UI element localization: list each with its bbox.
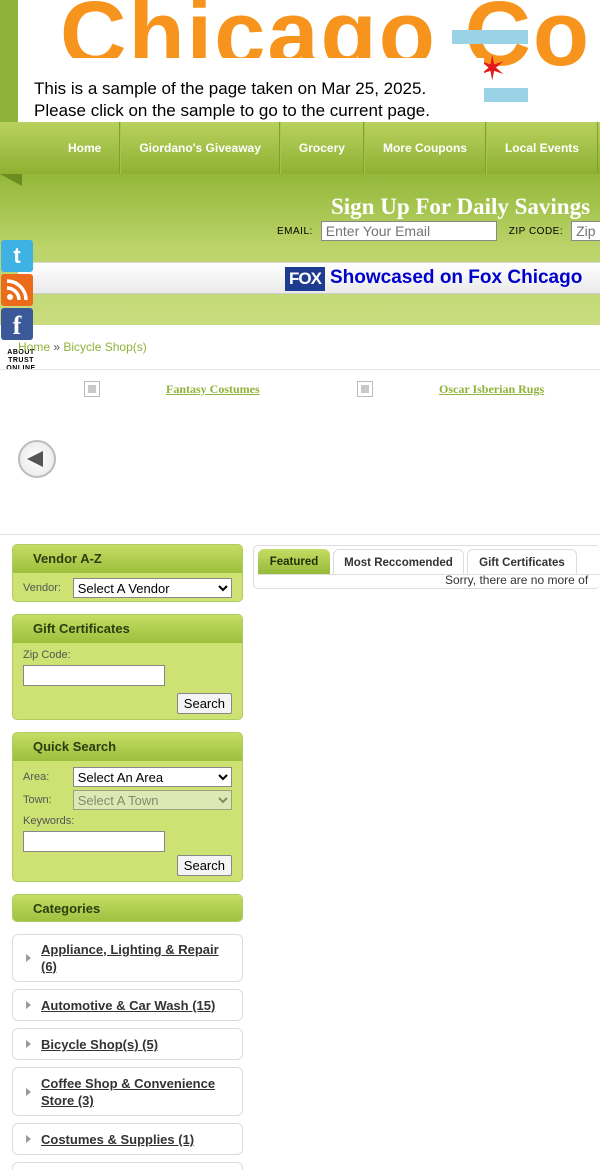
chevron-right-icon (26, 1135, 31, 1143)
area-label: Area: (23, 771, 50, 783)
signup-title: Sign Up For Daily Savings (331, 194, 591, 219)
tab-most-recommended[interactable]: Most Reccomended (333, 549, 464, 575)
email-label: EMAIL: (277, 225, 313, 237)
vendor-az-title: Vendor A-Z (13, 545, 242, 573)
area-select[interactable]: Select An Area (72, 767, 232, 787)
gift-certificates-title: Gift Certificates (13, 615, 242, 643)
breadcrumb-current[interactable]: Bicycle Shop(s) (63, 340, 146, 354)
facebook-icon[interactable]: f (1, 308, 33, 340)
divider (0, 369, 600, 370)
categories-widget: Categories (12, 894, 243, 922)
empty-results-message: Sorry, there are no more of (445, 573, 589, 587)
trust-line2: TRUST (8, 357, 34, 364)
sample-notice-line2: Please click on the sample to go to the … (34, 101, 430, 120)
nav-item-more-coupons[interactable]: More Coupons (363, 122, 486, 174)
category-label: Coffee Shop & Convenience Store (3) (41, 1076, 216, 1108)
twitter-icon[interactable]: t (1, 240, 33, 272)
nav-fold-decoration (0, 174, 22, 186)
rss-icon[interactable] (1, 274, 33, 306)
vendor-label: Vendor: (23, 582, 61, 594)
email-field[interactable] (320, 221, 497, 241)
vendor-az-widget: Vendor A-Z Vendor: Select A Vendor (12, 544, 243, 602)
sample-notice[interactable]: This is a sample of the page taken on Ma… (29, 58, 484, 122)
town-select[interactable]: Select A Town (72, 790, 232, 810)
category-item[interactable] (12, 1162, 243, 1170)
main-nav: Home Giordano's Giveaway Grocery More Co… (0, 122, 600, 174)
ad-link-oscar-isberian-rugs[interactable]: Oscar Isberian Rugs (439, 382, 544, 397)
ad-item: Fantasy Costumes (84, 381, 260, 397)
signup-form: EMAIL: ZIP CODE: (277, 221, 600, 241)
broken-image-icon[interactable] (357, 381, 373, 397)
gift-certificates-widget: Gift Certificates Zip Code: Search (12, 614, 243, 720)
town-label: Town: (23, 794, 52, 806)
carousel-back-button[interactable] (18, 440, 56, 478)
sample-notice-line1: This is a sample of the page taken on Ma… (34, 79, 427, 98)
fox-showcase-text: Showcased on Fox Chicago (330, 267, 583, 288)
category-label: Bicycle Shop(s) (5) (41, 1037, 159, 1052)
fox-logo: FOX (285, 267, 325, 291)
breadcrumb-home[interactable]: Home (18, 340, 50, 354)
nav-item-giordanos-giveaway[interactable]: Giordano's Giveaway (120, 122, 280, 174)
chevron-right-icon (26, 1087, 31, 1096)
categories-title: Categories (13, 895, 242, 921)
quick-search-widget: Quick Search Area: Select An Area Town: … (12, 732, 243, 882)
broken-image-icon[interactable] (84, 381, 100, 397)
chevron-right-icon (26, 954, 31, 962)
ad-link-fantasy-costumes[interactable]: Fantasy Costumes (166, 382, 260, 397)
fox-banner[interactable]: FOX Showcased on Fox Chicago (18, 262, 600, 294)
gift-zip-input[interactable] (23, 665, 165, 686)
category-item[interactable]: Appliance, Lighting & Repair (6) (12, 934, 243, 982)
site-header: Chicago Co ✶ This is a sample of the pag… (0, 0, 600, 122)
quick-search-button[interactable]: Search (176, 855, 232, 876)
keywords-label: Keywords: (23, 815, 75, 827)
category-item[interactable]: Bicycle Shop(s) (5) (12, 1028, 243, 1060)
chevron-right-icon (26, 1040, 31, 1048)
category-label: Appliance, Lighting & Repair (6) (41, 942, 219, 974)
tab-gift-certificates[interactable]: Gift Certificates (467, 549, 577, 575)
category-item[interactable]: Coffee Shop & Convenience Store (3) (12, 1067, 243, 1116)
vendor-select[interactable]: Select A Vendor (72, 578, 232, 598)
header-left-bar (0, 0, 18, 122)
breadcrumb: Home » Bicycle Shop(s) (18, 340, 147, 354)
chevron-right-icon (26, 1001, 31, 1009)
zip-label: ZIP CODE: (508, 225, 564, 237)
keywords-input[interactable] (23, 831, 165, 852)
breadcrumb-separator: » (53, 340, 61, 354)
category-item[interactable]: Costumes & Supplies (1) (12, 1123, 243, 1155)
gift-zip-label: Zip Code: (23, 649, 71, 661)
nav-item-grocery[interactable]: Grocery (279, 122, 364, 174)
divider (0, 534, 600, 535)
gift-search-button[interactable]: Search (176, 693, 232, 714)
quick-search-title: Quick Search (13, 733, 242, 761)
ad-item: Oscar Isberian Rugs (357, 381, 544, 397)
category-label: Automotive & Car Wash (15) (41, 998, 216, 1013)
zip-field[interactable] (571, 221, 600, 241)
tab-featured[interactable]: Featured (258, 549, 330, 575)
category-item[interactable]: Automotive & Car Wash (15) (12, 989, 243, 1021)
category-label: Costumes & Supplies (1) (41, 1132, 195, 1147)
nav-item-home[interactable]: Home (50, 122, 121, 174)
nav-item-local-events[interactable]: Local Events (485, 122, 598, 174)
